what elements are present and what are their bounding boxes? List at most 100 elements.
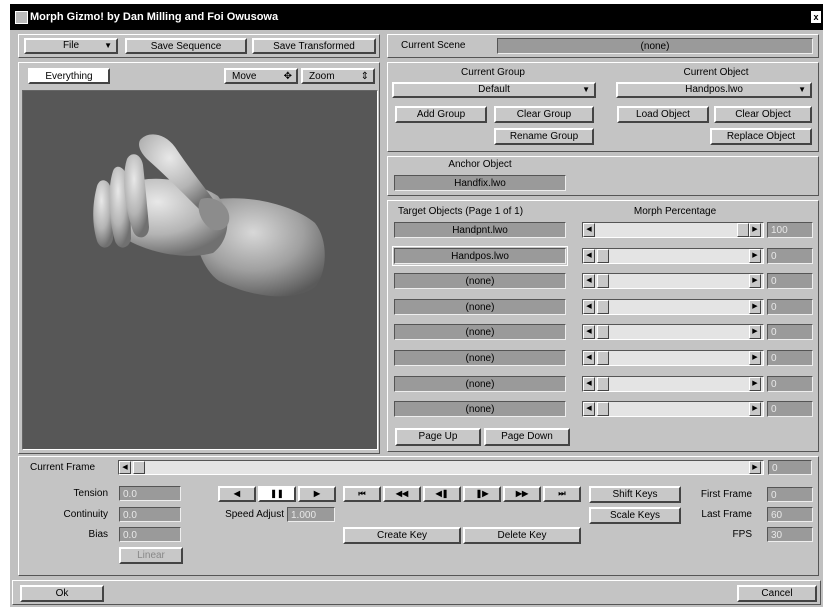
- rewind-icon[interactable]: ◀: [218, 486, 256, 502]
- morph-slider-thumb[interactable]: [597, 249, 609, 263]
- everything-button[interactable]: Everything: [28, 68, 110, 84]
- chevron-down-icon: ▼: [798, 85, 806, 94]
- close-icon[interactable]: x: [811, 11, 821, 23]
- delete-key-button[interactable]: Delete Key: [463, 527, 581, 544]
- slider-left-icon[interactable]: ◀: [583, 274, 595, 288]
- slider-left-icon[interactable]: ◀: [583, 351, 595, 365]
- morph-percentage-field[interactable]: 100: [767, 222, 813, 238]
- target-object-field[interactable]: Handpos.lwo: [392, 246, 568, 266]
- app-icon: [15, 11, 28, 24]
- title-bar[interactable]: Morph Gizmo! by Dan Milling and Foi Owus…: [10, 4, 823, 30]
- last-frame-field[interactable]: 60: [767, 507, 813, 522]
- morph-slider-thumb[interactable]: [597, 377, 609, 391]
- current-group-select[interactable]: Default ▼: [392, 82, 596, 98]
- rename-group-button[interactable]: Rename Group: [494, 128, 594, 145]
- first-frame-icon[interactable]: ⏮: [343, 486, 381, 502]
- morph-percentage-field[interactable]: 0: [767, 273, 813, 289]
- play-icon[interactable]: ▶: [298, 486, 336, 502]
- slider-right-icon[interactable]: ▶: [749, 325, 761, 339]
- step-back-icon[interactable]: ◀❚: [423, 486, 461, 502]
- slider-right-icon[interactable]: ▶: [749, 377, 761, 391]
- morph-percentage-field[interactable]: 0: [767, 376, 813, 392]
- slider-right-icon[interactable]: ▶: [749, 223, 761, 237]
- slider-right-icon[interactable]: ▶: [749, 274, 761, 288]
- morph-percentage-field[interactable]: 0: [767, 324, 813, 340]
- page-up-button[interactable]: Page Up: [395, 428, 481, 446]
- slider-right-icon[interactable]: ▶: [749, 402, 761, 416]
- file-menu[interactable]: File ▼: [24, 38, 118, 54]
- morph-percentage-slider[interactable]: ◀ ▶: [582, 299, 764, 315]
- load-object-button[interactable]: Load Object: [617, 106, 709, 123]
- step-forward-icon[interactable]: ❚▶: [463, 486, 501, 502]
- cancel-button[interactable]: Cancel: [737, 585, 817, 602]
- slider-right-icon[interactable]: ▶: [749, 300, 761, 314]
- target-object-field[interactable]: (none): [394, 273, 566, 289]
- speed-adjust-field[interactable]: 1.000: [287, 507, 335, 522]
- current-frame-thumb[interactable]: [133, 461, 145, 474]
- first-frame-field[interactable]: 0: [767, 487, 813, 502]
- replace-object-button[interactable]: Replace Object: [710, 128, 812, 145]
- target-object-field[interactable]: (none): [394, 401, 566, 417]
- continuity-field[interactable]: 0.0: [119, 507, 181, 522]
- slider-left-icon[interactable]: ◀: [583, 325, 595, 339]
- current-scene-label: Current Scene: [401, 40, 466, 51]
- scroll-left-icon[interactable]: ◀: [119, 461, 131, 474]
- shift-keys-button[interactable]: Shift Keys: [589, 486, 681, 503]
- morph-percentage-field[interactable]: 0: [767, 248, 813, 264]
- target-object-field[interactable]: (none): [394, 350, 566, 366]
- target-object-field[interactable]: Handpnt.lwo: [394, 222, 566, 238]
- scroll-right-icon[interactable]: ▶: [749, 461, 761, 474]
- morph-slider-thumb[interactable]: [737, 223, 749, 237]
- slider-left-icon[interactable]: ◀: [583, 402, 595, 416]
- save-sequence-button[interactable]: Save Sequence: [125, 38, 247, 54]
- morph-percentage-slider[interactable]: ◀ ▶: [582, 324, 764, 340]
- target-object-field[interactable]: (none): [394, 324, 566, 340]
- morph-slider-thumb[interactable]: [597, 325, 609, 339]
- pause-icon[interactable]: ❚❚: [258, 486, 296, 502]
- zoom-button[interactable]: Zoom ⇕: [301, 68, 375, 84]
- linear-button[interactable]: Linear: [119, 547, 183, 564]
- add-group-button[interactable]: Add Group: [395, 106, 487, 123]
- morph-percentage-slider[interactable]: ◀ ▶: [582, 350, 764, 366]
- morph-slider-thumb[interactable]: [597, 402, 609, 416]
- morph-slider-thumb[interactable]: [597, 274, 609, 288]
- 3d-viewport[interactable]: [22, 90, 378, 450]
- anchor-object-field[interactable]: Handfix.lwo: [394, 175, 566, 191]
- last-frame-icon[interactable]: ⏭: [543, 486, 581, 502]
- morph-percentage-slider[interactable]: ◀ ▶: [582, 376, 764, 392]
- morph-percentage-slider[interactable]: ◀ ▶: [582, 273, 764, 289]
- target-object-field[interactable]: (none): [394, 376, 566, 392]
- tension-field[interactable]: 0.0: [119, 486, 181, 501]
- slider-right-icon[interactable]: ▶: [749, 249, 761, 263]
- target-object-field[interactable]: (none): [394, 299, 566, 315]
- current-frame-field[interactable]: 0: [768, 460, 812, 475]
- current-object-select[interactable]: Handpos.lwo ▼: [616, 82, 812, 98]
- morph-percentage-slider[interactable]: ◀ ▶: [582, 222, 764, 238]
- slider-right-icon[interactable]: ▶: [749, 351, 761, 365]
- clear-object-button[interactable]: Clear Object: [714, 106, 812, 123]
- slider-left-icon[interactable]: ◀: [583, 223, 595, 237]
- morph-slider-thumb[interactable]: [597, 351, 609, 365]
- morph-percentage-slider[interactable]: ◀ ▶: [582, 248, 764, 264]
- ok-button[interactable]: Ok: [20, 585, 104, 602]
- next-key-icon[interactable]: ▶▶: [503, 486, 541, 502]
- morph-percentage-field[interactable]: 0: [767, 350, 813, 366]
- move-button[interactable]: Move ✥: [224, 68, 298, 84]
- morph-percentage-field[interactable]: 0: [767, 401, 813, 417]
- fps-field[interactable]: 30: [767, 527, 813, 542]
- clear-group-button[interactable]: Clear Group: [494, 106, 594, 123]
- chevron-down-icon: ▼: [582, 85, 590, 94]
- morph-percentage-slider[interactable]: ◀ ▶: [582, 401, 764, 417]
- slider-left-icon[interactable]: ◀: [583, 300, 595, 314]
- page-down-button[interactable]: Page Down: [484, 428, 570, 446]
- save-transformed-button[interactable]: Save Transformed: [252, 38, 376, 54]
- slider-left-icon[interactable]: ◀: [583, 249, 595, 263]
- slider-left-icon[interactable]: ◀: [583, 377, 595, 391]
- morph-percentage-field[interactable]: 0: [767, 299, 813, 315]
- bias-field[interactable]: 0.0: [119, 527, 181, 542]
- scale-keys-button[interactable]: Scale Keys: [589, 507, 681, 524]
- previous-key-icon[interactable]: ◀◀: [383, 486, 421, 502]
- current-frame-slider[interactable]: ◀ ▶: [118, 460, 764, 475]
- morph-slider-thumb[interactable]: [597, 300, 609, 314]
- create-key-button[interactable]: Create Key: [343, 527, 461, 544]
